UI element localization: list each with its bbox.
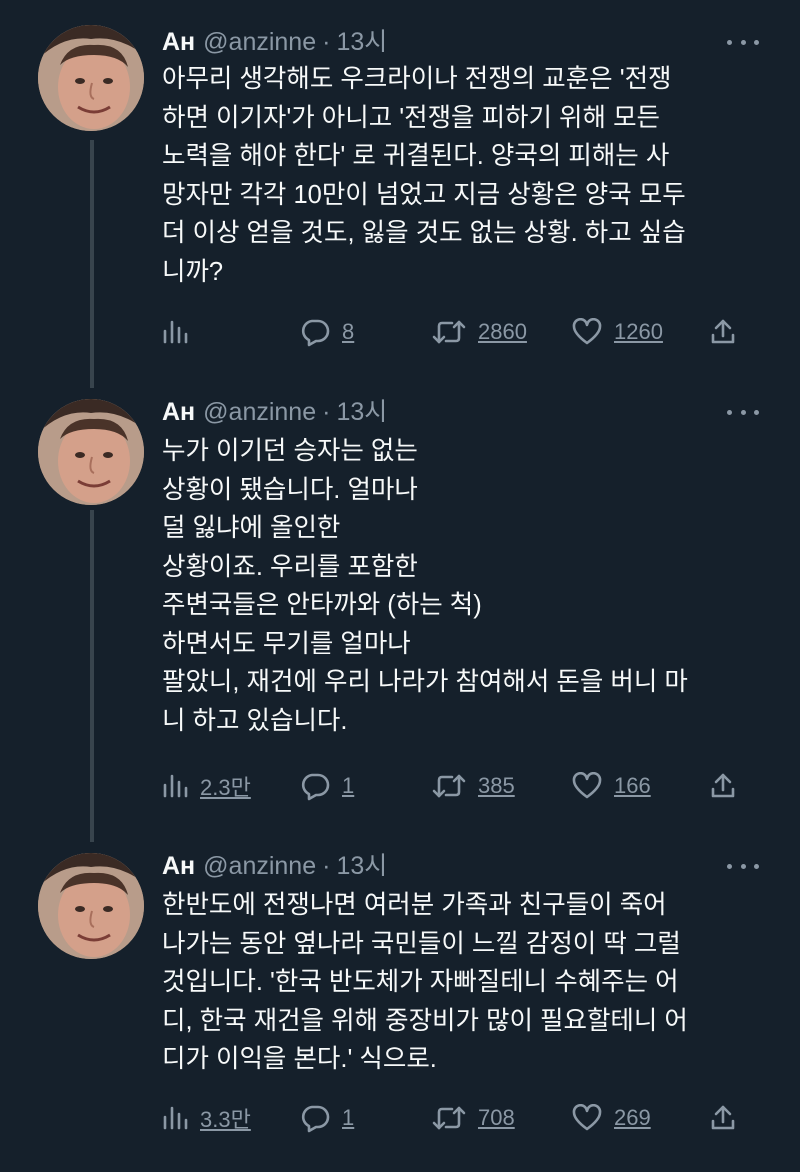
share-icon	[711, 773, 735, 798]
tweet[interactable]: Ан @anzinne · 13시 누가 이기던 승자는 없는 상황이 됐습니다…	[0, 392, 800, 812]
retweet-count: 385	[478, 773, 515, 798]
tweet-text: 한반도에 전쟁나면 여러분 가족과 친구들이 죽어 나가는 동안 옆나라 국민들…	[162, 891, 688, 1073]
views-button[interactable]: 3.3만	[162, 1098, 251, 1138]
reply-count: 1	[342, 1105, 355, 1130]
retweet-icon	[432, 1106, 466, 1130]
heart-icon	[572, 318, 602, 345]
views-count: 2.3만	[200, 775, 251, 800]
reply-count: 8	[342, 319, 355, 344]
retweet-count: 2860	[478, 319, 527, 344]
more-dots-icon[interactable]	[727, 854, 759, 878]
display-name[interactable]: Ан	[162, 846, 195, 886]
avatar[interactable]	[38, 853, 144, 959]
reply-count: 1	[342, 773, 355, 798]
views-button[interactable]: 2.3만	[162, 766, 251, 806]
timestamp[interactable]: 13시	[336, 846, 387, 886]
speech-bubble-icon	[301, 773, 330, 801]
more-dots-icon[interactable]	[727, 400, 759, 424]
bar-chart-icon	[163, 774, 188, 798]
avatar[interactable]	[38, 25, 144, 131]
like-count: 269	[614, 1105, 651, 1130]
timestamp[interactable]: 13시	[336, 22, 387, 62]
avatar[interactable]	[38, 399, 144, 505]
more-dots-icon[interactable]	[727, 30, 759, 54]
reply-button[interactable]: 1	[300, 1098, 354, 1138]
views-button[interactable]	[162, 312, 200, 352]
share-button[interactable]	[710, 766, 736, 806]
reply-button[interactable]: 8	[300, 312, 354, 352]
separator-dot: ·	[322, 28, 331, 56]
like-button[interactable]: 269	[572, 1098, 651, 1138]
share-icon	[711, 1105, 735, 1130]
retweet-icon	[432, 774, 466, 798]
retweet-count: 708	[478, 1105, 515, 1130]
timestamp[interactable]: 13시	[336, 392, 387, 432]
bar-chart-icon	[163, 320, 188, 344]
tweet-text: 아무리 생각해도 우크라이나 전쟁의 교훈은 '전쟁 하면 이기자'가 아니고 …	[162, 65, 686, 286]
retweet-button[interactable]: 708	[432, 1098, 515, 1138]
tweet-actions: 3.3만 1 708 269	[162, 1098, 762, 1138]
user-handle[interactable]: @anzinne	[203, 392, 316, 432]
avatar-face-icon	[38, 25, 144, 131]
views-count: 3.3만	[200, 1107, 251, 1132]
share-button[interactable]	[710, 1098, 736, 1138]
tweet-actions: 8 2860 1260	[162, 312, 762, 352]
retweet-button[interactable]: 385	[432, 766, 515, 806]
like-count: 166	[614, 773, 651, 798]
tweet-header: Ан @anzinne · 13시	[162, 22, 387, 62]
user-handle[interactable]: @anzinne	[203, 846, 316, 886]
speech-bubble-icon	[301, 1105, 330, 1133]
retweet-icon	[432, 320, 466, 344]
avatar-face-icon	[38, 853, 144, 959]
reply-button[interactable]: 1	[300, 766, 354, 806]
tweet[interactable]: Ан @anzinne · 13시 아무리 생각해도 우크라이나 전쟁의 교훈은…	[0, 22, 800, 362]
retweet-button[interactable]: 2860	[432, 312, 527, 352]
share-button[interactable]	[710, 312, 736, 352]
heart-icon	[572, 1104, 602, 1131]
speech-bubble-icon	[301, 319, 330, 347]
tweet[interactable]: Ан @anzinne · 13시 한반도에 전쟁나면 여러분 가족과 친구들이…	[0, 846, 800, 1146]
share-icon	[711, 319, 735, 344]
display-name[interactable]: Ан	[162, 22, 195, 62]
bar-chart-icon	[163, 1106, 188, 1130]
like-button[interactable]: 166	[572, 766, 651, 806]
tweet-header: Ан @anzinne · 13시	[162, 392, 387, 432]
like-button[interactable]: 1260	[572, 312, 663, 352]
separator-dot: ·	[322, 398, 331, 426]
display-name[interactable]: Ан	[162, 392, 195, 432]
avatar-face-icon	[38, 399, 144, 505]
heart-icon	[572, 772, 602, 799]
tweet-text: 누가 이기던 승자는 없는 상황이 됐습니다. 얼마나 덜 잃냐에 올인한 상황…	[162, 437, 688, 735]
like-count: 1260	[614, 319, 663, 344]
tweet-actions: 2.3만 1 385 166	[162, 766, 762, 806]
user-handle[interactable]: @anzinne	[203, 22, 316, 62]
tweet-header: Ан @anzinne · 13시	[162, 846, 387, 886]
separator-dot: ·	[322, 852, 331, 880]
